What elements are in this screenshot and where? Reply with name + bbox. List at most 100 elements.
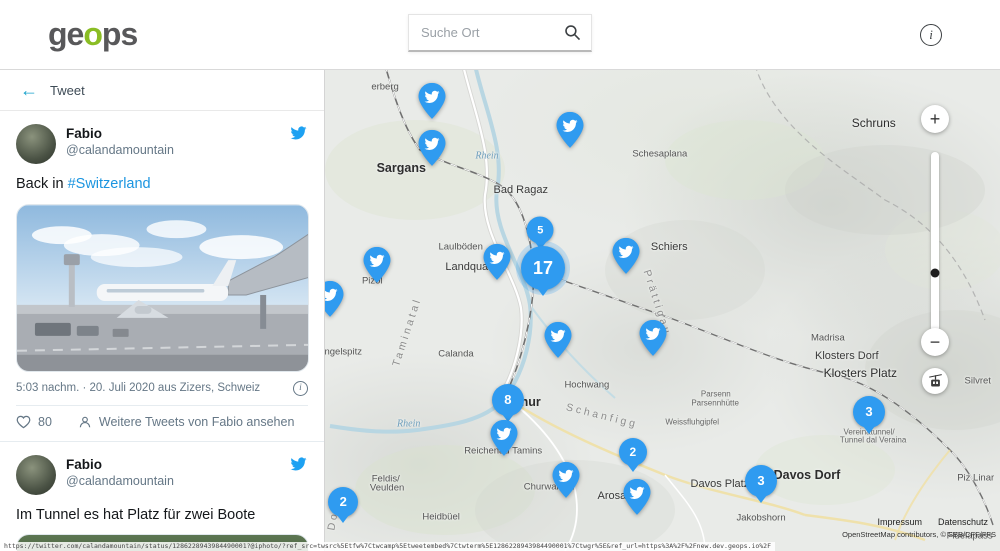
cluster-marker[interactable]: 3: [745, 465, 777, 497]
avatar[interactable]: [16, 124, 56, 164]
zoom-slider-handle[interactable]: [931, 269, 940, 278]
tweet-info-icon[interactable]: i: [293, 381, 308, 396]
attribution-links: Impressum Datenschutz: [877, 517, 988, 527]
tweet-sidebar: ← Tweet Fabio @calandamountain Back in #…: [0, 70, 325, 551]
tweet-pin-marker[interactable]: [325, 281, 343, 317]
tweet-pin-marker[interactable]: [544, 322, 571, 358]
cable-car-layer-button[interactable]: [922, 368, 948, 394]
logo-o: o: [83, 16, 102, 52]
avatar[interactable]: [16, 455, 56, 495]
app-header: geops i: [0, 0, 1000, 70]
main-content: ← Tweet Fabio @calandamountain Back in #…: [0, 70, 1000, 551]
cluster-marker[interactable]: 17: [521, 246, 565, 290]
map-place-label: Laulböden: [438, 242, 482, 253]
twitter-bird-icon[interactable]: [289, 456, 308, 477]
tweet-card: Fabio @calandamountain Back in #Switzerl…: [0, 111, 324, 442]
zoom-in-button[interactable]: +: [921, 105, 949, 133]
search-box: [408, 14, 592, 52]
geops-logo[interactable]: geops: [48, 16, 137, 53]
like-count: 80: [38, 415, 52, 429]
tweet-pin-marker[interactable]: [484, 244, 511, 280]
map-place-label: Parsenn: [701, 390, 731, 399]
attribution-link[interactable]: Impressum: [877, 517, 922, 527]
tweet-actions: 80 Weitere Tweets von Fabio ansehen: [16, 406, 308, 441]
cluster-marker[interactable]: 3: [853, 396, 885, 428]
map-place-label: Weissfluhgipfel: [665, 418, 719, 427]
map-place-label: Hochwang: [564, 380, 609, 391]
search-input[interactable]: [409, 25, 564, 40]
search-icon[interactable]: [564, 24, 591, 41]
map-place-label: Veulden: [370, 482, 404, 493]
map-place-label: Davos Platz: [691, 478, 750, 490]
map-place-label: Schiers: [651, 241, 688, 253]
status-url: https://twitter.com/calandamountain/stat…: [0, 542, 775, 551]
map-place-label: Schruns: [852, 116, 896, 130]
attribution-link[interactable]: Datenschutz: [938, 517, 988, 527]
tweet-author[interactable]: Fabio: [66, 126, 174, 141]
tweet-text-plain: Back in: [16, 176, 68, 192]
map-place-label: Rhein: [397, 419, 420, 430]
tweet-handle[interactable]: @calandamountain: [66, 143, 174, 157]
map-place-label: Piz Linar: [957, 472, 994, 483]
tweet-pin-marker[interactable]: [552, 462, 579, 498]
more-tweets-link[interactable]: Weitere Tweets von Fabio ansehen: [78, 415, 295, 429]
zoom-out-button[interactable]: −: [921, 328, 949, 356]
twitter-bird-icon[interactable]: [289, 125, 308, 146]
logo-text-2: ps: [102, 16, 137, 52]
tweet-timestamp: 5:03 nachm. · 20. Juli 2020 aus Zizers, …: [16, 382, 260, 394]
tweet-photo[interactable]: [16, 204, 309, 372]
cluster-marker[interactable]: 2: [328, 487, 358, 517]
tweet-pin-marker[interactable]: [557, 112, 584, 148]
cluster-marker[interactable]: 8: [492, 384, 524, 416]
tweet-pin-marker[interactable]: [640, 320, 667, 356]
tweet-author-block: Fabio @calandamountain: [66, 455, 174, 488]
map-place-label: Klosters Dorf: [815, 350, 879, 362]
map-place-label: Rhein: [475, 151, 498, 162]
map[interactable]: erbergSchrunsSargansRheinBad RagazSchesa…: [325, 70, 1000, 551]
more-tweets-label: Weitere Tweets von Fabio ansehen: [99, 415, 295, 429]
tweet-pin-marker[interactable]: [419, 83, 446, 119]
tweet-header: Fabio @calandamountain: [16, 124, 308, 164]
tweet-card: Fabio @calandamountain Im Tunnel es hat …: [0, 442, 324, 551]
tweet-pin-marker[interactable]: [419, 130, 446, 166]
person-icon: [78, 415, 92, 429]
map-place-label: Davos Dorf: [774, 468, 841, 482]
zoom-slider[interactable]: [931, 152, 939, 332]
map-place-label: Madrisa: [811, 332, 845, 343]
map-place-label: Jakobshorn: [736, 512, 785, 523]
sidebar-header: ← Tweet: [0, 70, 324, 111]
map-place-label: Parsennhütte: [691, 399, 739, 408]
tweet-pin-marker[interactable]: [363, 247, 390, 283]
cluster-marker[interactable]: 5: [527, 217, 554, 244]
cluster-marker[interactable]: 2: [619, 438, 647, 466]
back-arrow-icon[interactable]: ←: [20, 81, 38, 99]
cable-car-icon: [928, 374, 943, 389]
map-place-label: Klosters Platz: [824, 366, 897, 380]
map-place-label: erberg: [371, 81, 398, 92]
tweet-meta-row: 5:03 nachm. · 20. Juli 2020 aus Zizers, …: [16, 372, 308, 406]
sidebar-title: Tweet: [50, 83, 85, 98]
tweet-handle[interactable]: @calandamountain: [66, 474, 174, 488]
map-place-label: Bad Ragaz: [494, 184, 548, 196]
tweet-pin-marker[interactable]: [613, 238, 640, 274]
tweet-pin-marker[interactable]: [490, 420, 517, 456]
info-button[interactable]: i: [920, 24, 942, 46]
hashtag-link[interactable]: #Switzerland: [68, 176, 151, 192]
map-place-label: Tunnel dal Veraina: [840, 436, 906, 445]
heart-icon: [16, 415, 31, 429]
map-place-label: Arosa: [598, 490, 627, 502]
logo-text: ge: [48, 16, 83, 52]
tweet-pin-marker[interactable]: [623, 479, 650, 515]
tweet-author-block: Fabio @calandamountain: [66, 124, 174, 157]
tweet-text: Back in #Switzerland: [16, 175, 308, 195]
tweet-author[interactable]: Fabio: [66, 457, 174, 472]
map-place-label: Heidbüel: [422, 511, 460, 522]
like-button[interactable]: 80: [16, 415, 52, 429]
map-place-label: Schesaplana: [632, 149, 687, 160]
map-place-label: Calanda: [438, 348, 473, 359]
map-place-label: Silvret: [965, 376, 991, 387]
tweet-text: Im Tunnel es hat Platz für zwei Boote: [16, 506, 308, 526]
map-place-label: ngelspitz: [325, 346, 362, 357]
tweet-header: Fabio @calandamountain: [16, 455, 308, 495]
attribution-line: OpenStreetMap contributors, © SBB/CFF/FF…: [842, 530, 996, 539]
